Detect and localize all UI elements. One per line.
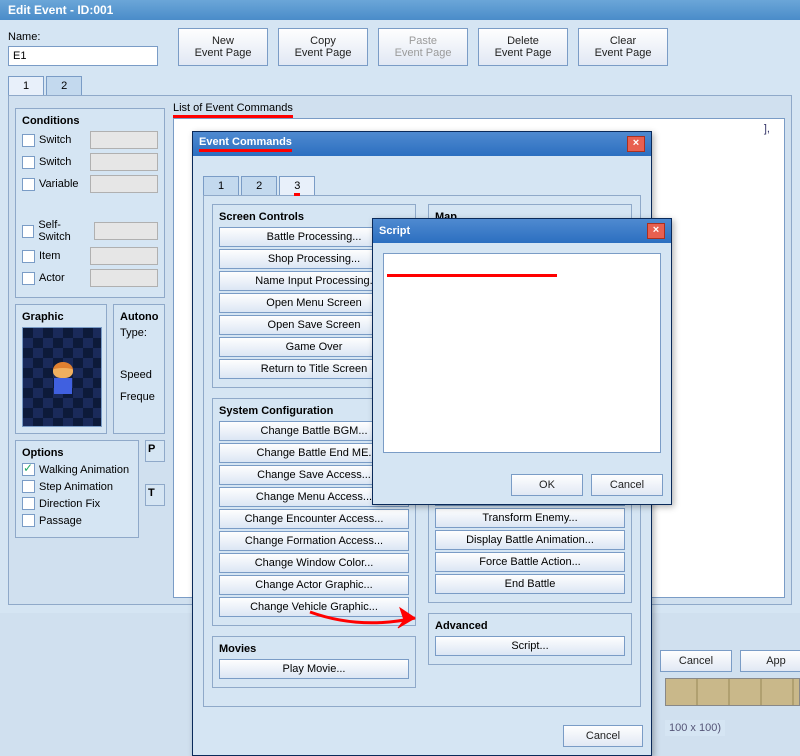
clear-page-button[interactable]: Clear Event Page bbox=[578, 28, 668, 66]
freq-label: Freque bbox=[120, 391, 158, 403]
annotation-underline bbox=[387, 274, 557, 277]
script-button[interactable]: Script... bbox=[435, 636, 625, 656]
conditions-title: Conditions bbox=[22, 115, 158, 127]
script-close-icon[interactable]: × bbox=[647, 223, 665, 239]
passage-label: Passage bbox=[39, 515, 82, 527]
change-encounter-button[interactable]: Change Encounter Access... bbox=[219, 509, 409, 529]
titlebar: Edit Event - ID:001 bbox=[0, 0, 800, 20]
passage-check[interactable] bbox=[22, 514, 35, 527]
graphic-preview[interactable] bbox=[22, 327, 102, 427]
change-vehicle-graphic-button[interactable]: Change Vehicle Graphic... bbox=[219, 597, 409, 617]
change-window-button[interactable]: Change Window Color... bbox=[219, 553, 409, 573]
switch1-check[interactable] bbox=[22, 134, 35, 147]
change-actor-graphic-button[interactable]: Change Actor Graphic... bbox=[219, 575, 409, 595]
dirfix-check[interactable] bbox=[22, 497, 35, 510]
delete-page-button[interactable]: Delete Event Page bbox=[478, 28, 568, 66]
play-movie-button[interactable]: Play Movie... bbox=[219, 659, 409, 679]
script-title: Script bbox=[379, 225, 410, 237]
copy-page-button[interactable]: Copy Event Page bbox=[278, 28, 368, 66]
tab-2[interactable]: 2 bbox=[46, 76, 82, 95]
tab-1[interactable]: 1 bbox=[8, 76, 44, 95]
actor-check[interactable] bbox=[22, 272, 35, 285]
walking-check[interactable] bbox=[22, 463, 35, 476]
graphic-group: Graphic bbox=[15, 304, 107, 434]
name-input[interactable] bbox=[8, 46, 158, 66]
variable-label: Variable bbox=[39, 178, 79, 190]
trigger-label: T bbox=[148, 487, 162, 499]
script-dialog: Script × OK Cancel bbox=[372, 218, 672, 505]
end-battle-button[interactable]: End Battle bbox=[435, 574, 625, 594]
paste-page-button: Paste Event Page bbox=[378, 28, 468, 66]
change-formation-button[interactable]: Change Formation Access... bbox=[219, 531, 409, 551]
switch2-check[interactable] bbox=[22, 156, 35, 169]
name-label: Name: bbox=[8, 31, 168, 43]
priority-label: P bbox=[148, 443, 162, 455]
autonomous-title: Autono bbox=[120, 311, 158, 323]
script-cancel-button[interactable]: Cancel bbox=[591, 474, 663, 496]
conditions-group: Conditions Switch Switch Variable Self-S… bbox=[15, 108, 165, 298]
step-check[interactable] bbox=[22, 480, 35, 493]
map-dimensions: 100 x 100) bbox=[665, 720, 725, 736]
evtab-1[interactable]: 1 bbox=[203, 176, 239, 195]
actor-label: Actor bbox=[39, 272, 65, 284]
display-anim-button[interactable]: Display Battle Animation... bbox=[435, 530, 625, 550]
sprite-icon bbox=[47, 362, 79, 402]
autonomous-group: Autono Type: Speed Freque bbox=[113, 304, 165, 434]
switch1-label: Switch bbox=[39, 134, 71, 146]
step-label: Step Animation bbox=[39, 481, 113, 493]
item-label: Item bbox=[39, 250, 60, 262]
new-page-button[interactable]: New Event Page bbox=[178, 28, 268, 66]
switch2-label: Switch bbox=[39, 156, 71, 168]
selfswitch-label: Self-Switch bbox=[38, 219, 90, 243]
tileset-strip bbox=[665, 678, 800, 706]
edit-apply-button[interactable]: App bbox=[740, 650, 800, 672]
type-label: Type: bbox=[120, 327, 158, 339]
script-textarea[interactable] bbox=[383, 253, 661, 453]
advanced-title: Advanced bbox=[435, 620, 625, 632]
close-icon[interactable]: × bbox=[627, 136, 645, 152]
force-action-button[interactable]: Force Battle Action... bbox=[435, 552, 625, 572]
evcmd-title: Event Commands bbox=[199, 136, 292, 152]
options-title: Options bbox=[22, 447, 132, 459]
evtab-2[interactable]: 2 bbox=[241, 176, 277, 195]
script-ok-button[interactable]: OK bbox=[511, 474, 583, 496]
item-check[interactable] bbox=[22, 250, 35, 263]
selfswitch-check[interactable] bbox=[22, 225, 34, 238]
graphic-title: Graphic bbox=[22, 311, 100, 323]
movies-group: Movies Play Movie... bbox=[212, 636, 416, 688]
options-group: Options Walking Animation Step Animation… bbox=[15, 440, 139, 538]
variable-check[interactable] bbox=[22, 178, 35, 191]
list-title: List of Event Commands bbox=[173, 102, 293, 118]
evtab-3[interactable]: 3 bbox=[279, 176, 315, 195]
evcmd-cancel-button[interactable]: Cancel bbox=[563, 725, 643, 747]
advanced-group: Advanced Script... bbox=[428, 613, 632, 665]
walking-label: Walking Animation bbox=[39, 464, 129, 476]
edit-cancel-button[interactable]: Cancel bbox=[660, 650, 732, 672]
speed-label: Speed bbox=[120, 369, 158, 381]
transform-enemy-button[interactable]: Transform Enemy... bbox=[435, 508, 625, 528]
movies-title: Movies bbox=[219, 643, 409, 655]
dirfix-label: Direction Fix bbox=[39, 498, 100, 510]
page-tabs: 1 2 bbox=[8, 76, 792, 95]
